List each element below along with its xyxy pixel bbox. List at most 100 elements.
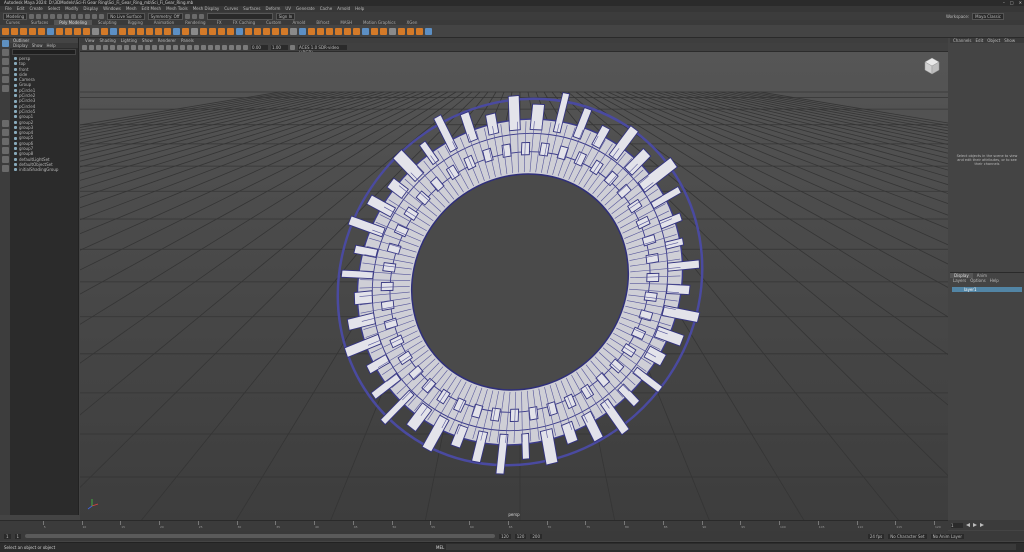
wireframe-icon[interactable] [166,44,171,50]
textured-icon[interactable] [187,44,192,50]
outliner-layout-icon[interactable] [1,165,9,172]
safe-title-icon[interactable] [159,44,164,50]
persp-outliner-icon[interactable] [1,156,9,163]
colorspace-dropdown[interactable]: ACES 1.0 SDR-video (sRGB) [298,44,347,55]
film-gate-icon[interactable] [124,44,129,50]
render-icon[interactable] [184,13,190,19]
layout-icon[interactable] [398,27,405,35]
use-lights-icon[interactable] [194,44,199,50]
ipr-render-icon[interactable] [191,13,197,19]
insert-loop-icon[interactable] [272,27,279,35]
ambient-occlusion-icon[interactable] [208,44,213,50]
scale-tool-icon[interactable] [1,85,9,92]
lock-camera-icon[interactable] [89,44,94,50]
mel-label[interactable]: MEL [436,545,444,550]
current-frame-field[interactable]: 1 [951,522,963,528]
bridge-icon[interactable] [200,27,207,35]
workspace-dropdown[interactable]: Maya Classic [972,12,1004,20]
play-back-icon[interactable] [966,523,970,527]
start-frame-field[interactable]: 1 [4,533,11,539]
range-start-field[interactable]: 1 [14,533,22,539]
select-component-icon[interactable] [78,13,84,19]
select-hierarchy-icon[interactable] [64,13,70,19]
cone-icon[interactable] [29,27,36,35]
uv-editor-icon[interactable] [326,27,333,35]
automatic-uv-icon[interactable] [317,27,324,35]
field-chart-icon[interactable] [145,44,150,50]
side-by-side-icon[interactable] [1,138,9,145]
select-tool-icon[interactable] [1,40,9,47]
target-weld-icon[interactable] [254,27,261,35]
layers-menu-help[interactable]: Help [990,278,999,283]
torus-icon[interactable] [38,27,45,35]
fill-hole-icon[interactable] [209,27,216,35]
select-camera-icon[interactable] [82,44,87,50]
fps-dropdown[interactable]: 24 fps [867,533,885,539]
shadows-icon[interactable] [201,44,206,50]
pyramid-icon[interactable] [74,27,81,35]
outliner-menu-display[interactable]: Display [13,43,28,48]
outliner-menu-help[interactable]: Help [47,43,56,48]
svg-icon[interactable] [128,27,135,35]
fill-select-icon[interactable] [353,27,360,35]
quad-draw-icon[interactable] [290,27,297,35]
separate-icon[interactable] [146,27,153,35]
tab-edit[interactable]: Edit [976,38,984,43]
end-frame-field[interactable]: 120 [514,533,527,539]
append-icon[interactable] [236,27,243,35]
cylinder-icon[interactable] [20,27,27,35]
grid-icon[interactable] [117,44,122,50]
offset-loop-icon[interactable] [281,27,288,35]
mirror-icon[interactable] [191,27,198,35]
helix-icon[interactable] [101,27,108,35]
outliner-search-input[interactable] [12,49,76,55]
persp-graph-icon[interactable] [1,147,9,154]
anti-aliasing-icon[interactable] [222,44,227,50]
select-object-icon[interactable] [71,13,77,19]
bookmarks-icon[interactable] [103,44,108,50]
remesh-icon[interactable] [380,27,387,35]
gate-mask-icon[interactable] [138,44,143,50]
symmetry-dropdown[interactable]: Symmetry: Off [147,12,183,20]
motion-blur-icon[interactable] [215,44,220,50]
tab-channels[interactable]: Channels [953,38,972,43]
soccer-icon[interactable] [119,27,126,35]
combine-icon[interactable] [137,27,144,35]
xray-joints-icon[interactable] [243,44,248,50]
freeze-transform-icon[interactable] [416,27,423,35]
layers-menu-layers[interactable]: Layers [953,278,966,283]
layer-row[interactable]: layer1 [952,287,1022,292]
unfold-icon[interactable] [389,27,396,35]
disc-icon[interactable] [56,27,63,35]
character-set-dropdown[interactable]: No Character Set [888,533,927,539]
sculpt-icon[interactable] [299,27,306,35]
xray-icon[interactable] [236,44,241,50]
exposure-field[interactable]: 0.00 [251,44,268,50]
average-icon[interactable] [182,27,189,35]
booleans-icon[interactable] [173,27,180,35]
time-slider[interactable]: 5 10 15 20 25 30 35 40 45 50 55 60 65 70 75 80 85 90 95 100… [0,520,948,531]
lasso-tool-icon[interactable] [1,49,9,56]
planar-uv-icon[interactable] [308,27,315,35]
select-loop-icon[interactable] [335,27,342,35]
plane-icon[interactable] [47,27,54,35]
command-input[interactable] [446,544,1016,550]
smooth-icon[interactable] [155,27,162,35]
four-pane-icon[interactable] [1,129,9,136]
smooth-shade-icon[interactable] [173,44,178,50]
camera-attributes-icon[interactable] [96,44,101,50]
gamma-field[interactable]: 1.00 [271,44,288,50]
multi-cut-icon[interactable] [263,27,270,35]
select-ring-icon[interactable] [344,27,351,35]
viewport[interactable]: persp [80,52,948,520]
isolate-select-icon[interactable] [229,44,234,50]
wireframe-on-shaded-icon[interactable] [180,44,185,50]
live-surface-field[interactable]: No Live Surface [107,12,145,20]
rotate-tool-icon[interactable] [1,76,9,83]
anim-layer-dropdown[interactable]: No Anim Layer [930,533,964,539]
single-pane-icon[interactable] [1,120,9,127]
center-pivot-icon[interactable] [425,27,432,35]
snap-point-icon[interactable] [99,13,105,19]
reduce-icon[interactable] [362,27,369,35]
safe-action-icon[interactable] [152,44,157,50]
